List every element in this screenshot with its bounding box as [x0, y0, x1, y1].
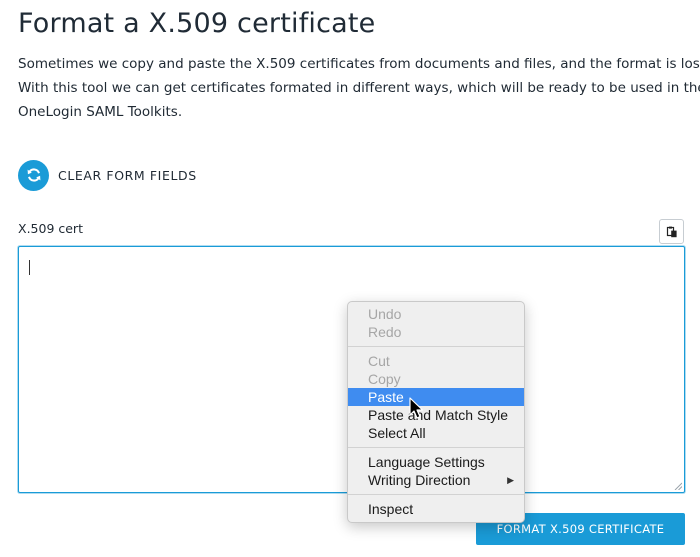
mouse-pointer-icon	[409, 397, 424, 419]
menu-item-paste-match-style[interactable]: Paste and Match Style	[348, 406, 524, 424]
menu-separator	[348, 447, 524, 448]
menu-item-copy[interactable]: Copy	[348, 370, 524, 388]
refresh-icon[interactable]	[18, 159, 49, 191]
submenu-arrow-icon: ▶	[507, 475, 514, 485]
menu-item-language-settings[interactable]: Language Settings	[348, 453, 524, 471]
menu-item-select-all[interactable]: Select All	[348, 424, 524, 442]
menu-item-undo[interactable]: Undo	[348, 305, 524, 323]
intro-line-3: OneLogin SAML Toolkits.	[18, 104, 183, 120]
intro-text: Sometimes we copy and paste the X.509 ce…	[18, 52, 700, 124]
menu-separator	[348, 494, 524, 495]
menu-item-redo[interactable]: Redo	[348, 323, 524, 341]
menu-item-cut[interactable]: Cut	[348, 352, 524, 370]
menu-item-inspect[interactable]: Inspect	[348, 500, 524, 518]
page-title: Format a X.509 certificate	[18, 8, 376, 39]
intro-line-1: Sometimes we copy and paste the X.509 ce…	[18, 56, 700, 72]
menu-item-writing-direction[interactable]: Writing Direction ▶	[348, 471, 524, 489]
cert-field-label: X.509 cert	[18, 221, 83, 236]
menu-item-paste[interactable]: Paste	[348, 388, 524, 406]
clear-form-fields-label[interactable]: CLEAR FORM FIELDS	[58, 168, 197, 183]
clear-form-fields-button[interactable]: CLEAR FORM FIELDS	[18, 159, 197, 191]
text-caret	[29, 260, 30, 275]
menu-separator	[348, 346, 524, 347]
clipboard-icon	[666, 226, 677, 237]
writing-direction-label: Writing Direction	[368, 472, 471, 488]
context-menu: Undo Redo Cut Copy Paste Paste and Match…	[347, 301, 525, 523]
paste-clipboard-button[interactable]	[659, 219, 684, 244]
intro-line-2: With this tool we can get certificates f…	[18, 80, 700, 96]
resize-grip-icon[interactable]	[674, 482, 682, 490]
